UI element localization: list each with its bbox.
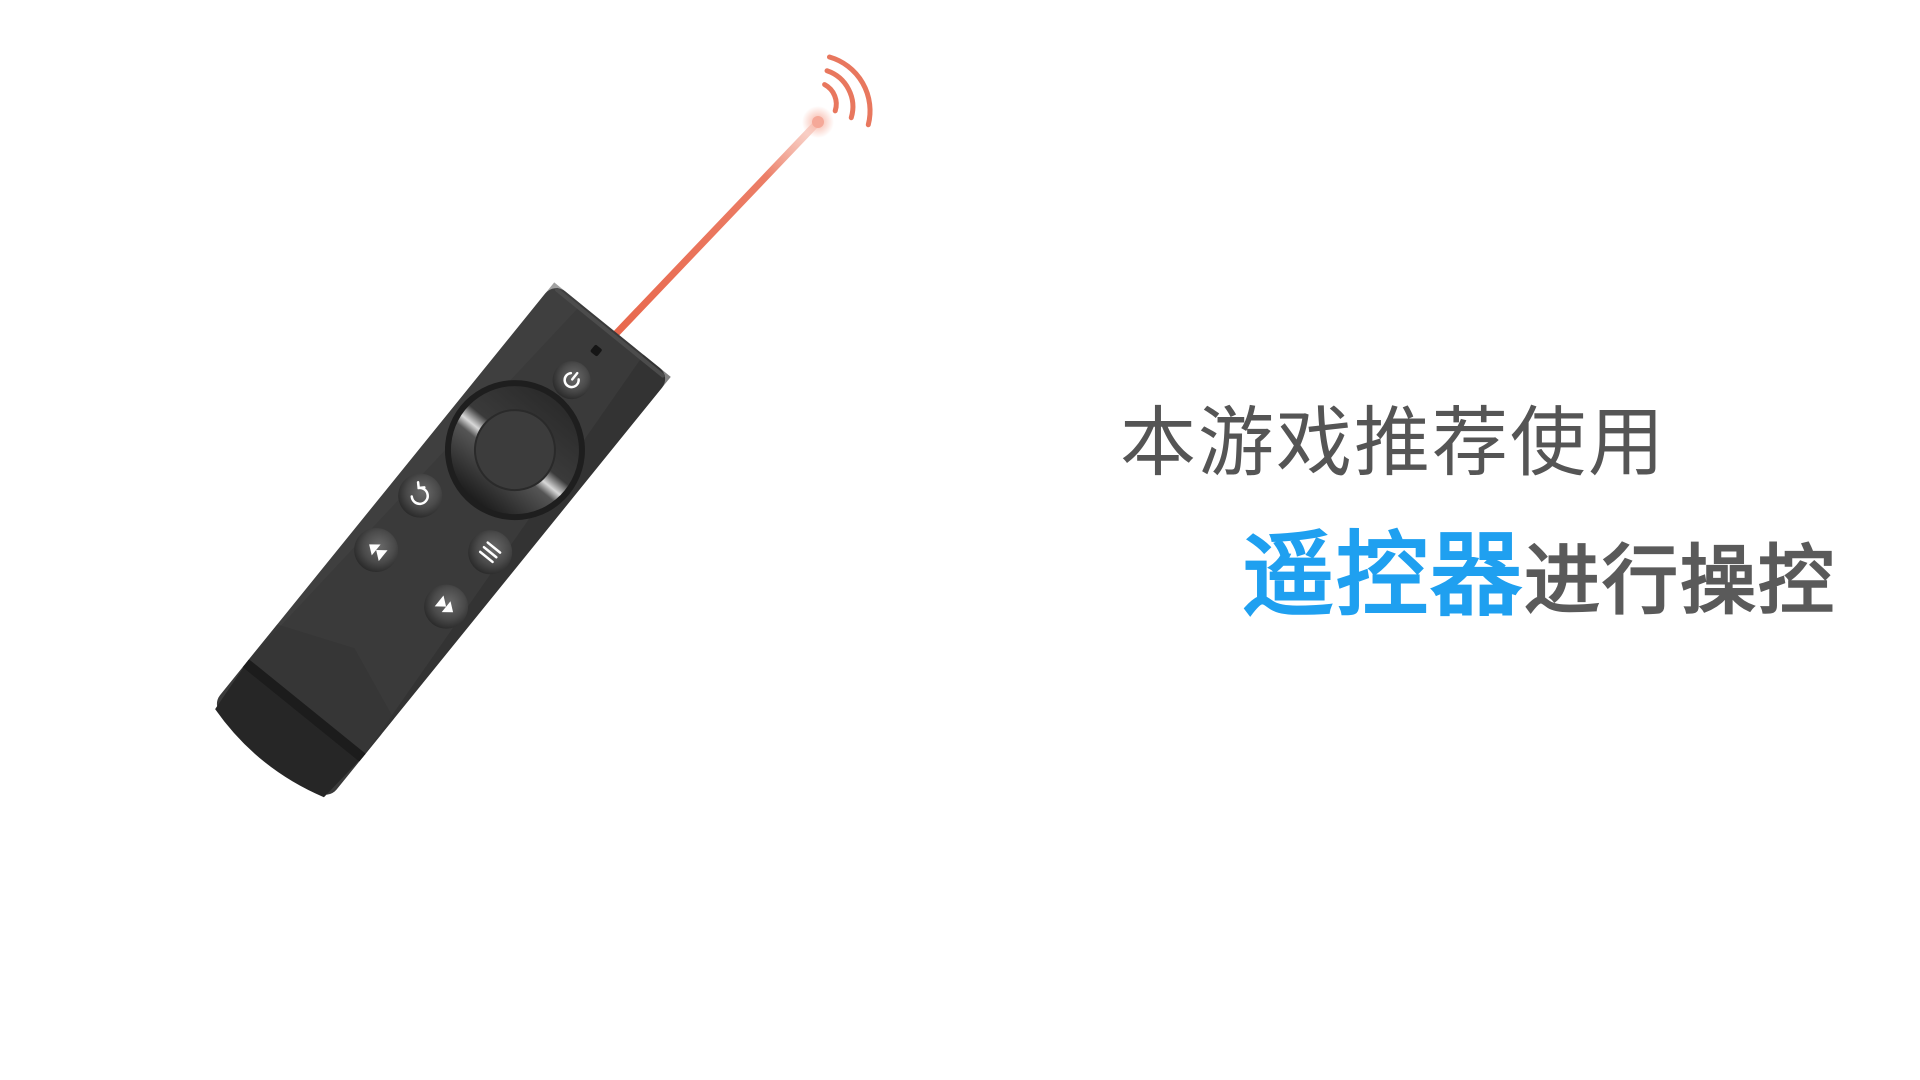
tip-line-2-rest: 进行操控 [1524, 536, 1836, 625]
tip-highlight-remote: 遥控器 [1241, 522, 1524, 629]
tip-text-block: 本游戏推荐使用 遥控器进行操控 [1120, 405, 1840, 645]
tip-line-1: 本游戏推荐使用 [1120, 398, 1666, 487]
tip-line-2: 遥控器进行操控 [1242, 530, 1836, 622]
tip-screen: 本游戏推荐使用 遥控器进行操控 [0, 0, 1920, 1080]
remote-illustration [215, 54, 873, 798]
remote-body [215, 282, 671, 798]
laser-beam [606, 106, 834, 344]
